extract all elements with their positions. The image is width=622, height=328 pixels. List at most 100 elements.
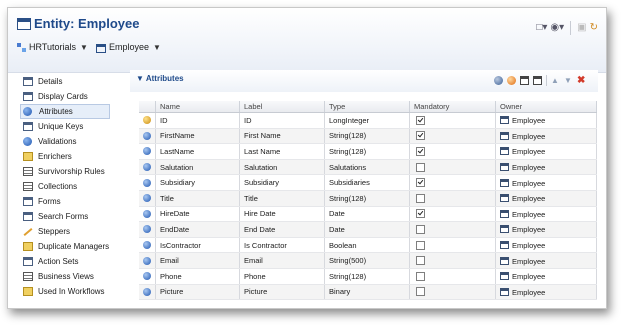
- cell-label[interactable]: Salutation: [239, 159, 325, 176]
- move-down-icon[interactable]: ▼: [564, 76, 573, 85]
- chevron-down-icon[interactable]: ▼: [80, 43, 88, 52]
- sidebar-item-steppers[interactable]: Steppers: [20, 224, 132, 239]
- cell-type[interactable]: String(128): [324, 190, 410, 207]
- cell-label[interactable]: Title: [239, 190, 325, 207]
- breadcrumb-model[interactable]: HRTutorials: [29, 42, 76, 52]
- cell-type[interactable]: Salutations: [324, 159, 410, 176]
- cell-owner[interactable]: Employee: [495, 128, 597, 145]
- sidebar-item-details[interactable]: Details: [20, 74, 132, 89]
- cell-name[interactable]: FirstName: [155, 128, 240, 145]
- table-row[interactable]: Phone Phone String(128) Employee: [139, 268, 597, 285]
- table-row[interactable]: Email Email String(500) Employee: [139, 252, 597, 269]
- cell-type[interactable]: Binary: [324, 284, 410, 301]
- cell-owner[interactable]: Employee: [495, 174, 597, 191]
- table-row[interactable]: Picture Picture Binary Employee: [139, 284, 597, 301]
- table-row[interactable]: Title Title String(128) Employee: [139, 190, 597, 207]
- cell-owner[interactable]: Employee: [495, 284, 597, 301]
- cell-type[interactable]: String(128): [324, 143, 410, 160]
- cell-name[interactable]: Title: [155, 190, 240, 207]
- cell-label[interactable]: Subsidiary: [239, 174, 325, 191]
- new-dropdown-icon[interactable]: □▾: [536, 21, 547, 35]
- section-title[interactable]: ▼ Attributes: [136, 74, 184, 83]
- cell-type[interactable]: Boolean: [324, 237, 410, 254]
- cell-label[interactable]: Is Contractor: [239, 237, 325, 254]
- cell-owner[interactable]: Employee: [495, 252, 597, 269]
- cell-owner[interactable]: Employee: [495, 143, 597, 160]
- table-row[interactable]: FirstName First Name String(128) Employee: [139, 128, 597, 145]
- column-header-owner[interactable]: Owner: [495, 101, 597, 113]
- sidebar-item-collections[interactable]: Collections: [20, 179, 132, 194]
- sidebar-item-enrichers[interactable]: Enrichers: [20, 149, 132, 164]
- cell-name[interactable]: Picture: [155, 284, 240, 301]
- cell-name[interactable]: EndDate: [155, 221, 240, 238]
- cell-type[interactable]: LongInteger: [324, 112, 410, 129]
- chevron-down-icon[interactable]: ▼: [153, 43, 161, 52]
- mandatory-checkbox[interactable]: [416, 146, 425, 156]
- mandatory-checkbox[interactable]: [416, 131, 425, 141]
- mandatory-checkbox[interactable]: [416, 287, 425, 297]
- add-attribute-icon[interactable]: [494, 76, 503, 85]
- breadcrumb-entity[interactable]: Employee: [109, 42, 149, 52]
- edit-icon[interactable]: [533, 76, 542, 85]
- cell-name[interactable]: Email: [155, 252, 240, 269]
- sidebar-item-display-cards[interactable]: Display Cards: [20, 89, 132, 104]
- mandatory-checkbox[interactable]: [416, 256, 425, 266]
- sidebar-item-used-in-workflows[interactable]: Used In Workflows: [20, 284, 132, 299]
- table-row[interactable]: HireDate Hire Date Date Employee: [139, 206, 597, 223]
- table-row[interactable]: Salutation Salutation Salutations Employee: [139, 159, 597, 176]
- mandatory-checkbox[interactable]: [416, 224, 425, 234]
- table-row[interactable]: ID ID LongInteger Employee: [139, 112, 597, 129]
- cell-owner[interactable]: Employee: [495, 268, 597, 285]
- sidebar-item-validations[interactable]: Validations: [20, 134, 132, 149]
- cell-type[interactable]: String(128): [324, 268, 410, 285]
- open-icon[interactable]: [520, 76, 529, 85]
- sidebar-item-search-forms[interactable]: Search Forms: [20, 209, 132, 224]
- cell-name[interactable]: HireDate: [155, 206, 240, 223]
- cell-owner[interactable]: Employee: [495, 206, 597, 223]
- save-icon[interactable]: ▣: [577, 21, 586, 35]
- mandatory-checkbox[interactable]: [416, 193, 425, 203]
- mandatory-checkbox[interactable]: [416, 271, 425, 281]
- sidebar-item-action-sets[interactable]: Action Sets: [20, 254, 132, 269]
- cell-name[interactable]: Phone: [155, 268, 240, 285]
- cell-label[interactable]: Hire Date: [239, 206, 325, 223]
- cell-owner[interactable]: Employee: [495, 221, 597, 238]
- sidebar-item-survivorship-rules[interactable]: Survivorship Rules: [20, 164, 132, 179]
- move-up-icon[interactable]: ▲: [551, 76, 560, 85]
- cell-owner[interactable]: Employee: [495, 190, 597, 207]
- cell-type[interactable]: Subsidiaries: [324, 174, 410, 191]
- binoculars-dropdown-icon[interactable]: ◉▾: [550, 21, 564, 35]
- table-row[interactable]: IsContractor Is Contractor Boolean Employee: [139, 237, 597, 254]
- cell-type[interactable]: String(500): [324, 252, 410, 269]
- cell-owner[interactable]: Employee: [495, 159, 597, 176]
- cell-type[interactable]: Date: [324, 206, 410, 223]
- cell-label[interactable]: First Name: [239, 128, 325, 145]
- mandatory-checkbox[interactable]: [416, 178, 425, 188]
- column-header-name[interactable]: Name: [155, 101, 240, 113]
- sidebar-item-forms[interactable]: Forms: [20, 194, 132, 209]
- mandatory-checkbox[interactable]: [416, 240, 425, 250]
- mandatory-checkbox[interactable]: [416, 115, 425, 125]
- add-reference-icon[interactable]: [507, 76, 516, 85]
- cell-label[interactable]: Picture: [239, 284, 325, 301]
- cell-type[interactable]: Date: [324, 221, 410, 238]
- cell-name[interactable]: LastName: [155, 143, 240, 160]
- refresh-icon[interactable]: ↻: [590, 21, 598, 35]
- mandatory-checkbox[interactable]: [416, 209, 425, 219]
- mandatory-checkbox[interactable]: [416, 162, 425, 172]
- cell-type[interactable]: String(128): [324, 128, 410, 145]
- column-header-type[interactable]: Type: [324, 101, 410, 113]
- cell-name[interactable]: ID: [155, 112, 240, 129]
- column-header-mandatory[interactable]: Mandatory: [409, 101, 496, 113]
- cell-name[interactable]: IsContractor: [155, 237, 240, 254]
- cell-label[interactable]: End Date: [239, 221, 325, 238]
- cell-name[interactable]: Subsidiary: [155, 174, 240, 191]
- table-row[interactable]: Subsidiary Subsidiary Subsidiaries Employee: [139, 174, 597, 191]
- column-header-label[interactable]: Label: [239, 101, 325, 113]
- sidebar-item-business-views[interactable]: Business Views: [20, 269, 132, 284]
- cell-owner[interactable]: Employee: [495, 112, 597, 129]
- table-row[interactable]: LastName Last Name String(128) Employee: [139, 143, 597, 160]
- sidebar-item-unique-keys[interactable]: Unique Keys: [20, 119, 132, 134]
- cell-name[interactable]: Salutation: [155, 159, 240, 176]
- sidebar-item-attributes[interactable]: Attributes: [20, 104, 110, 119]
